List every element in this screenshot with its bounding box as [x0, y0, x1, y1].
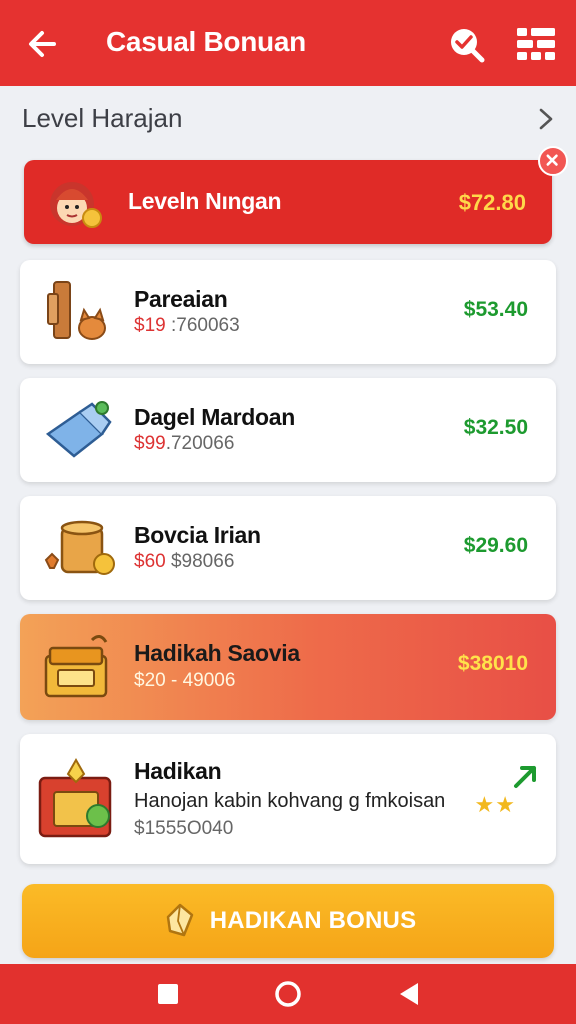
item-price: $29.60 [463, 534, 528, 557]
list-item[interactable]: Bovcia Irian $60 $98066 $29.60 [20, 496, 556, 600]
wood-and-cat-icon [47, 281, 106, 340]
featured-price: $72.80 [458, 190, 526, 215]
item-sub: $99.720066 [134, 433, 235, 454]
chevron-right-icon[interactable] [534, 104, 558, 134]
highlighted-item[interactable]: Hadikah Saovia $20 - 49006 $38010 [20, 614, 556, 720]
gift-box-icon [38, 757, 112, 838]
item-price: $32.50 [463, 416, 528, 439]
item-sub: $19 :760063 [134, 315, 240, 336]
app-bar: Casual Bonuan [0, 0, 576, 86]
app-title: Casual Bonuan [106, 26, 306, 57]
bonus-button[interactable]: HADIKAN BONUS [22, 884, 554, 958]
item-name: Pareaian [134, 286, 228, 312]
item-sub: $1555O040 [134, 818, 234, 839]
featured-name: Leveln Nıngan [128, 188, 282, 214]
list-item[interactable]: Hadikan Hanojan kabin kohvang g fmkoisan… [20, 734, 556, 864]
item-price: $38010 [457, 652, 528, 675]
section-title: Level Harajan [22, 103, 183, 133]
bonus-label: HADIKAN BONUS [209, 907, 417, 934]
system-nav-bar [0, 964, 576, 1024]
item-price: $53.40 [463, 298, 528, 321]
circle-home-icon[interactable] [272, 978, 304, 1010]
featured-card[interactable]: Leveln Nıngan $72.80 [24, 160, 552, 244]
triangle-back-icon[interactable] [394, 978, 426, 1010]
list-item[interactable]: Dagel Mardoan $99.720066 $32.50 [20, 378, 556, 482]
close-icon[interactable] [538, 146, 568, 176]
search-check-icon[interactable] [446, 24, 486, 64]
coin-pot-icon [44, 520, 115, 575]
blue-bag-icon [45, 401, 112, 458]
item-name: Bovcia Irian [134, 522, 261, 548]
trend-up-icon [514, 766, 536, 788]
list-item[interactable]: Pareaian $19 :760063 $53.40 [20, 260, 556, 364]
arrow-left-icon[interactable] [24, 24, 64, 64]
item-name: Hadikan [134, 758, 222, 784]
item-name: Dagel Mardoan [134, 404, 295, 430]
item-sub: $60 $98066 [134, 551, 235, 572]
crystal-icon [166, 903, 193, 937]
square-icon[interactable] [152, 978, 184, 1010]
treasure-chest-icon [44, 635, 108, 698]
rating-stars: ★★ [474, 792, 516, 817]
item-sub: $20 - 49006 [134, 670, 236, 691]
grid-menu-icon[interactable] [514, 24, 558, 64]
item-name: Hadikah Saovia [134, 640, 300, 666]
item-description: Hanojan kabin kohvang g fmkoisan [134, 790, 446, 812]
character-avatar-icon [50, 182, 102, 228]
